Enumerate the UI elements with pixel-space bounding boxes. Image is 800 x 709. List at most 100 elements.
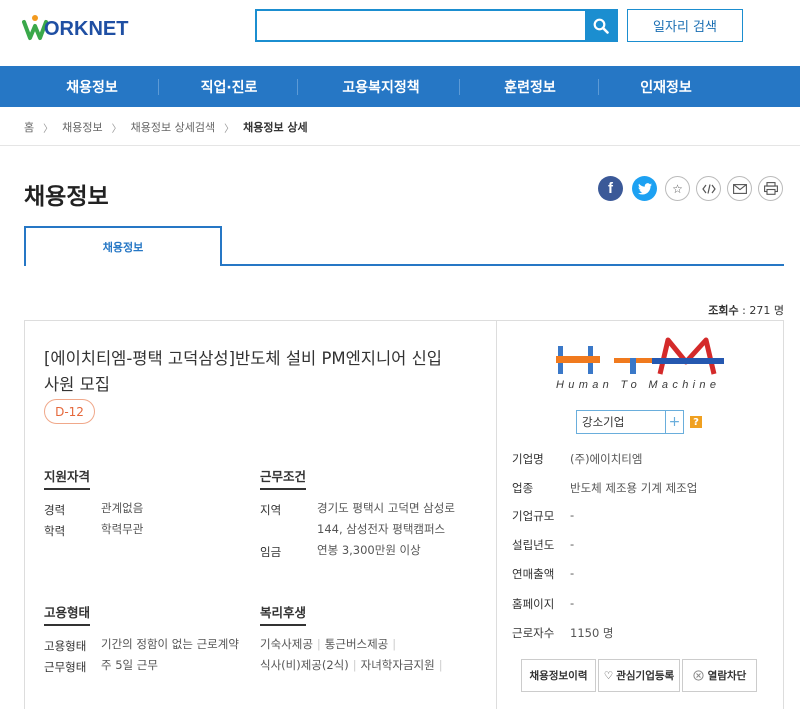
- nav-item-welfare-policy[interactable]: 고용복지정책: [314, 66, 448, 107]
- revenue-value: -: [570, 566, 575, 580]
- search-button[interactable]: [585, 11, 616, 40]
- section-underline: [260, 488, 306, 490]
- embed-button[interactable]: [696, 176, 721, 201]
- company-tag: 강소기업 +: [576, 410, 684, 434]
- region-line: 144, 삼성전자 평택캠퍼스: [317, 522, 446, 536]
- breadcrumb-home[interactable]: 홈: [24, 119, 34, 135]
- email-share-button[interactable]: [727, 176, 752, 201]
- code-icon: [701, 183, 716, 194]
- divider: |: [392, 637, 397, 651]
- facebook-share-button[interactable]: f: [598, 176, 623, 201]
- revenue-label: 연매출액: [512, 567, 555, 581]
- breadcrumb: 홈 〉 채용정보 〉 채용정보 상세검색 〉 채용정보 상세: [24, 118, 308, 136]
- homepage-value: -: [570, 596, 575, 610]
- help-icon[interactable]: ?: [690, 416, 702, 428]
- welfare-item: 기숙사제공: [260, 637, 313, 651]
- chevron-right-icon: 〉: [43, 123, 54, 135]
- company-tag-label: 강소기업: [582, 415, 625, 429]
- print-button[interactable]: [758, 176, 783, 201]
- industry-value: 반도체 제조용 기계 제조업: [570, 481, 698, 495]
- logo-text: ORKNET: [44, 18, 129, 40]
- heart-icon: ♡: [603, 669, 614, 682]
- page-title: 채용정보: [24, 184, 109, 210]
- breadcrumb-current: 채용정보 상세: [243, 121, 308, 134]
- section-underline: [44, 488, 90, 490]
- section-underline: [44, 624, 90, 626]
- search-box: [255, 9, 618, 42]
- job-title-line: 사원 모집: [44, 375, 110, 394]
- nav-item-jobs[interactable]: 채용정보: [32, 66, 152, 107]
- block-icon: [693, 670, 704, 681]
- work-type-label: 근무형태: [44, 660, 87, 674]
- qualification-title: 지원자격: [44, 469, 91, 484]
- section-underline: [260, 624, 306, 626]
- divider: |: [316, 637, 321, 651]
- company-size-value: -: [570, 508, 575, 522]
- region-label: 지역: [260, 503, 282, 517]
- nav-item-training[interactable]: 훈련정보: [468, 66, 592, 107]
- nav-item-talent[interactable]: 인재정보: [604, 66, 728, 107]
- nav-item-career[interactable]: 직업·진로: [168, 66, 290, 107]
- plus-icon[interactable]: +: [665, 411, 683, 433]
- nav-divider: [158, 79, 159, 95]
- company-name-label: 기업명: [512, 452, 544, 466]
- work-type-value: 주 5일 근무: [101, 658, 158, 672]
- conditions-title: 근무조건: [260, 469, 307, 484]
- nav-divider: [459, 79, 460, 95]
- main-nav: 채용정보 직업·진로 고용복지정책 훈련정보 인재정보: [0, 66, 800, 107]
- tab-bar: 채용정보: [24, 226, 784, 266]
- star-icon: ☆: [672, 181, 683, 196]
- breadcrumb-jobs[interactable]: 채용정보: [62, 119, 102, 135]
- employees-value: 1150 명: [570, 626, 614, 640]
- tab-underline: [222, 264, 784, 266]
- twitter-share-button[interactable]: [632, 176, 657, 201]
- region-line: 경기도 평택시 고덕면 삼성로: [317, 501, 455, 515]
- job-history-label: 채용정보이력: [529, 670, 588, 682]
- divider: [0, 145, 800, 146]
- facebook-icon: f: [608, 180, 613, 197]
- nav-divider: [297, 79, 298, 95]
- nav-divider: [598, 79, 599, 95]
- dday-badge: D-12: [44, 399, 95, 424]
- view-count-label: 조회수: [708, 304, 739, 317]
- divider: |: [352, 658, 357, 672]
- tab-job-info[interactable]: 채용정보: [24, 226, 222, 266]
- founded-label: 설립년도: [512, 538, 555, 552]
- wage-label: 임금: [260, 545, 282, 559]
- block-view-button[interactable]: 열람차단: [682, 659, 757, 692]
- breadcrumb-detail-search[interactable]: 채용정보 상세검색: [131, 119, 215, 135]
- mail-icon: [732, 183, 747, 194]
- printer-icon: [763, 182, 778, 195]
- bookmark-button[interactable]: ☆: [665, 176, 690, 201]
- employment-type-label: 고용형태: [44, 639, 87, 653]
- search-input[interactable]: [257, 11, 587, 40]
- employment-title: 고용형태: [44, 605, 91, 620]
- welfare-item: 자녀학자금지원: [360, 658, 435, 672]
- founded-value: -: [570, 537, 575, 551]
- homepage-label: 홈페이지: [512, 597, 555, 611]
- chevron-right-icon: 〉: [111, 123, 122, 135]
- welfare-item: 통근버스제공: [324, 637, 389, 651]
- region-value: 경기도 평택시 고덕면 삼성로 144, 삼성전자 평택캠퍼스: [317, 498, 455, 540]
- welfare-title: 복리후생: [260, 605, 307, 620]
- job-history-button[interactable]: 채용정보이력: [521, 659, 596, 692]
- welfare-items: 기숙사제공 | 통근버스제공 |: [260, 634, 400, 655]
- company-size-label: 기업규모: [512, 509, 555, 523]
- logo-caption: Human To Machine: [556, 379, 716, 391]
- industry-label: 업종: [512, 481, 534, 495]
- job-search-button[interactable]: 일자리 검색: [627, 9, 743, 42]
- divider: |: [438, 658, 443, 672]
- employees-label: 근로자수: [512, 626, 555, 640]
- search-icon: [593, 18, 609, 34]
- welfare-item: 식사(비)제공(2식): [260, 658, 349, 672]
- favorite-company-button[interactable]: ♡ 관심기업등록: [598, 659, 680, 692]
- job-title-line: [에이치티엠-평택 고덕삼성]반도체 설비 PM엔지니어 신입: [44, 349, 442, 368]
- block-view-label: 열람차단: [707, 670, 747, 682]
- wage-value: 연봉 3,300만원 이상: [317, 543, 421, 557]
- welfare-items: 식사(비)제공(2식) | 자녀학자금지원 |: [260, 655, 447, 676]
- chevron-right-icon: 〉: [224, 123, 235, 135]
- education-label: 학력: [44, 524, 66, 538]
- view-count-value: 271 명: [749, 304, 784, 317]
- site-header: ORKNET 일자리 검색: [0, 0, 800, 66]
- company-logo: Human To Machine: [556, 337, 724, 391]
